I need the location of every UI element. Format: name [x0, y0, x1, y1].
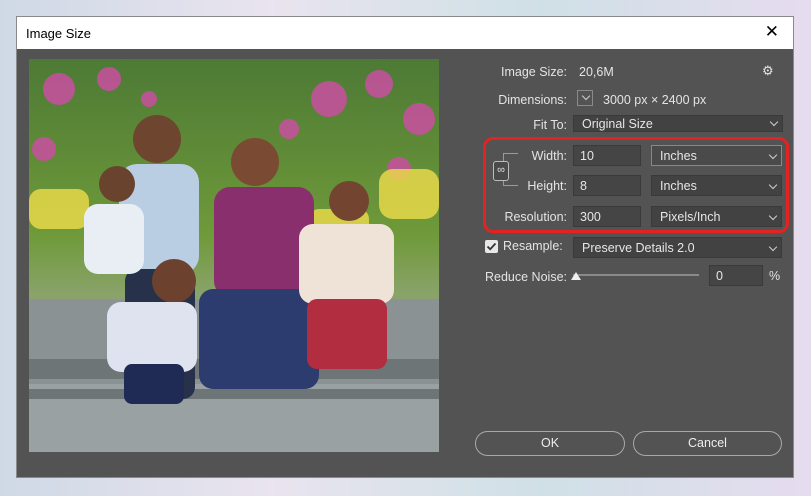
image-size-value: 20,6M [579, 65, 614, 79]
constrain-link-icon[interactable]: ∞ [493, 161, 509, 181]
reduce-noise-label: Reduce Noise: [485, 270, 567, 284]
cancel-button[interactable]: Cancel [633, 431, 782, 456]
width-unit-select[interactable]: Inches [651, 145, 782, 166]
reduce-noise-slider-track[interactable] [573, 274, 699, 276]
chevron-down-icon [768, 150, 778, 160]
fit-to-select[interactable]: Original Size [573, 115, 783, 132]
gear-icon[interactable]: ⚙ [762, 63, 774, 79]
resolution-unit-select[interactable]: Pixels/Inch [651, 206, 782, 227]
resolution-unit-value: Pixels/Inch [660, 210, 721, 224]
height-label: Height: [527, 179, 567, 193]
width-input[interactable] [573, 145, 641, 166]
height-unit-select[interactable]: Inches [651, 175, 782, 196]
resolution-label: Resolution: [504, 210, 567, 224]
width-label: Width: [531, 149, 567, 163]
fit-to-label: Fit To: [533, 118, 567, 132]
title-bar: Image Size ✕ [17, 17, 793, 49]
chevron-down-icon [768, 211, 778, 221]
image-preview[interactable] [29, 59, 439, 452]
image-size-dialog: Image Size ✕ Image Size: 20,6M ⚙ Dimensi… [16, 16, 794, 478]
reduce-noise-slider-thumb[interactable] [571, 272, 581, 280]
width-unit-value: Inches [660, 149, 697, 163]
chevron-down-icon [769, 117, 779, 127]
fit-to-value: Original Size [582, 117, 653, 131]
dimensions-dropdown-button[interactable] [577, 90, 593, 106]
dimensions-value: 3000 px × 2400 px [603, 93, 707, 107]
family-photo [29, 59, 439, 452]
chevron-down-icon [768, 242, 778, 252]
resample-label: Resample: [503, 239, 563, 253]
checkmark-icon [486, 242, 497, 251]
dimensions-label: Dimensions: [498, 93, 567, 107]
reduce-noise-input[interactable] [709, 265, 763, 286]
close-icon[interactable]: ✕ [765, 23, 779, 41]
resample-checkbox[interactable] [485, 240, 498, 253]
ok-button[interactable]: OK [475, 431, 625, 456]
resample-method-value: Preserve Details 2.0 [582, 241, 695, 255]
image-size-label: Image Size: [500, 65, 567, 79]
height-input[interactable] [573, 175, 641, 196]
reduce-noise-unit: % [769, 269, 781, 283]
resample-method-select[interactable]: Preserve Details 2.0 [573, 237, 782, 258]
chevron-down-icon [581, 91, 591, 101]
dialog-title: Image Size [26, 26, 92, 41]
chevron-down-icon [768, 180, 778, 190]
resolution-input[interactable] [573, 206, 641, 227]
height-unit-value: Inches [660, 179, 697, 193]
